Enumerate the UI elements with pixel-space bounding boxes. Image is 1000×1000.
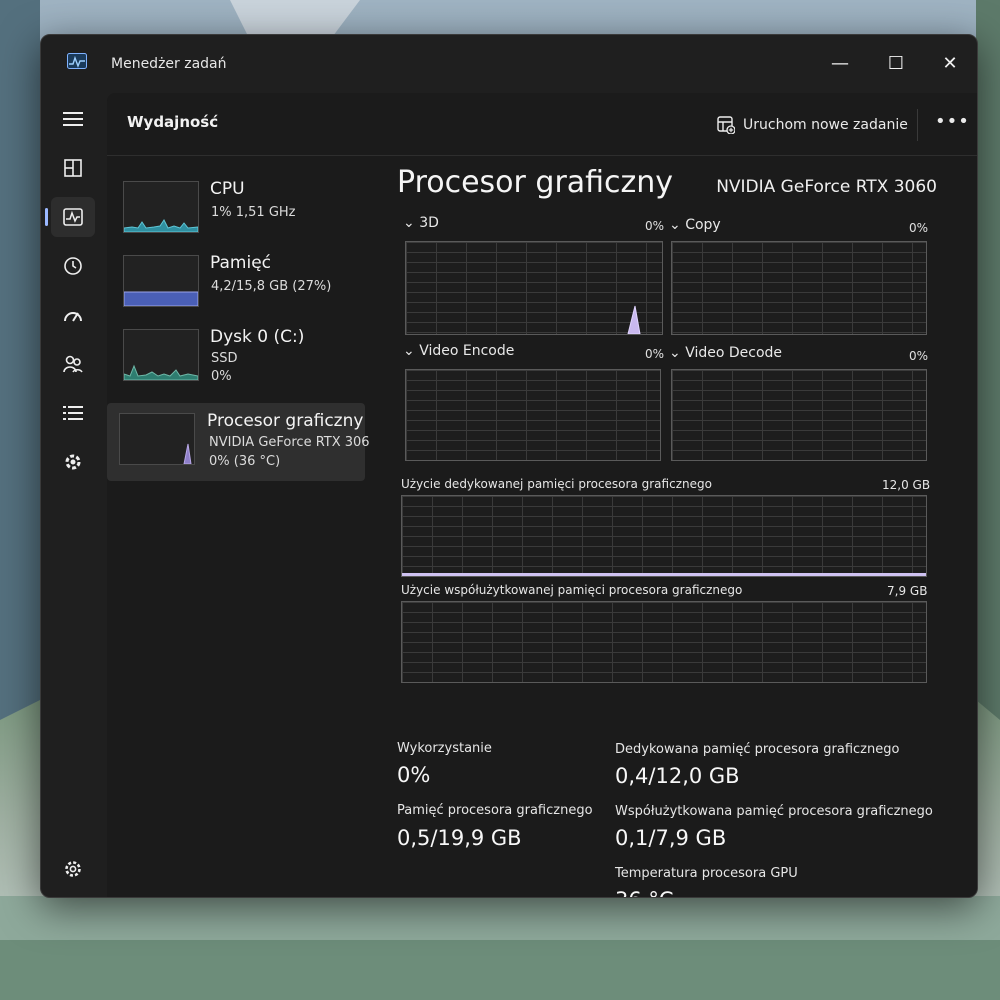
utilization-value: 0% xyxy=(397,763,431,787)
title-bar: Menedżer zadań — ☐ ✕ xyxy=(41,35,977,93)
run-new-task-label: Uruchom nowe zadanie xyxy=(743,117,908,133)
page-title: Wydajność xyxy=(127,113,219,131)
more-options-button[interactable]: ••• xyxy=(935,109,969,139)
gpu-memory-label: Pamięć procesora graficznego xyxy=(397,803,593,818)
nav-performance[interactable] xyxy=(45,197,95,237)
engine-3d-label[interactable]: ⌄ 3D xyxy=(403,215,439,231)
engine-video-encode-graph xyxy=(405,369,661,461)
services-icon xyxy=(65,454,81,470)
device-name: Procesor graficzny xyxy=(207,411,364,431)
shared-memory-graph-max: 7,9 GB xyxy=(887,584,928,598)
gpu-title: Procesor graficzny xyxy=(397,165,674,200)
dedicated-memory-graph-max: 12,0 GB xyxy=(882,478,931,492)
engine-3d-spike xyxy=(627,305,641,334)
dedicated-memory-label: Dedykowana pamięć procesora graficznego xyxy=(615,742,900,757)
page-header: Wydajność Uruchom nowe zadanie ••• xyxy=(107,93,977,156)
processes-icon xyxy=(64,159,82,177)
gpu-temperature-value: 36 °C xyxy=(615,888,674,897)
device-name: Dysk 0 (C:) xyxy=(210,327,305,347)
device-detail: SSD xyxy=(211,351,238,366)
gpu-memory-value: 0,5/19,9 GB xyxy=(397,826,522,850)
gpu-details-panel: Procesor graficzny NVIDIA GeForce RTX 30… xyxy=(397,165,977,897)
run-new-task-button[interactable]: Uruchom nowe zadanie xyxy=(717,111,908,139)
engine-copy-label[interactable]: ⌄ Copy xyxy=(669,217,721,233)
device-usage: 0% (36 °C) xyxy=(209,454,281,469)
hamburger-icon xyxy=(63,112,83,126)
window-title: Menedżer zadań xyxy=(111,56,227,72)
engine-video-encode-label[interactable]: ⌄ Video Encode xyxy=(403,343,514,359)
device-detail: 4,2/15,8 GB (27%) xyxy=(211,279,332,294)
users-icon xyxy=(63,355,83,373)
engine-3d-graph xyxy=(405,241,663,335)
device-item-gpu[interactable]: Procesor graficzny NVIDIA GeForce RTX 30… xyxy=(107,403,370,481)
task-manager-window: Menedżer zadań — ☐ ✕ Wydajność Uruchom n… xyxy=(40,34,978,898)
maximize-button[interactable]: ☐ xyxy=(873,47,919,79)
device-name: CPU xyxy=(210,179,245,199)
nav-processes[interactable] xyxy=(51,148,95,188)
close-button[interactable]: ✕ xyxy=(927,47,973,79)
nav-users[interactable] xyxy=(51,344,95,384)
shared-memory-graph-label: Użycie współużytkowanej pamięci procesor… xyxy=(401,583,743,597)
startup-apps-icon xyxy=(64,312,82,322)
run-new-task-icon xyxy=(717,116,735,134)
disk-thumbnail-graph xyxy=(123,329,199,381)
engine-3d-percent: 0% xyxy=(645,219,665,233)
device-detail: 1% 1,51 GHz xyxy=(211,205,296,220)
engine-video-decode-label[interactable]: ⌄ Video Decode xyxy=(669,345,782,361)
cpu-thumbnail-graph xyxy=(123,181,199,233)
engine-video-decode-percent: 0% xyxy=(909,349,929,363)
nav-app-history[interactable] xyxy=(51,246,95,286)
device-detail: NVIDIA GeForce RTX 306 xyxy=(209,435,370,450)
details-icon xyxy=(63,406,83,420)
minimize-icon: — xyxy=(831,52,849,74)
engine-copy-percent: 0% xyxy=(909,221,929,235)
nav-services[interactable] xyxy=(51,442,95,482)
nav-settings[interactable] xyxy=(51,849,95,889)
navigation-rail xyxy=(41,93,105,897)
gpu-temperature-label: Temperatura procesora GPU xyxy=(615,866,798,881)
device-item-disk[interactable]: Dysk 0 (C:) SSD 0% xyxy=(107,319,365,397)
device-usage: 0% xyxy=(211,369,232,384)
more-options-icon: ••• xyxy=(935,111,970,132)
dedicated-memory-fill xyxy=(402,573,926,576)
dedicated-memory-graph xyxy=(401,495,927,577)
gpu-model: NVIDIA GeForce RTX 3060 xyxy=(716,177,937,197)
app-history-icon xyxy=(64,257,82,275)
shared-memory-graph xyxy=(401,601,927,683)
close-icon: ✕ xyxy=(942,52,958,74)
performance-page: Wydajność Uruchom nowe zadanie ••• CPU 1… xyxy=(107,93,977,897)
minimize-button[interactable]: — xyxy=(817,47,863,79)
nav-startup-apps[interactable] xyxy=(51,295,95,335)
active-indicator xyxy=(45,208,48,226)
header-divider xyxy=(917,109,918,141)
task-manager-app-icon xyxy=(67,53,87,69)
shared-memory-value: 0,1/7,9 GB xyxy=(615,826,727,850)
maximize-icon: ☐ xyxy=(887,52,905,74)
device-name: Pamięć xyxy=(210,253,271,273)
dedicated-memory-graph-label: Użycie dedykowanej pamięci procesora gra… xyxy=(401,477,712,491)
device-item-cpu[interactable]: CPU 1% 1,51 GHz xyxy=(107,171,365,249)
performance-icon xyxy=(63,208,83,226)
menu-toggle-button[interactable] xyxy=(51,99,95,139)
engine-video-encode-percent: 0% xyxy=(645,347,665,361)
engine-video-decode-graph xyxy=(671,369,927,461)
nav-details[interactable] xyxy=(51,393,95,433)
utilization-label: Wykorzystanie xyxy=(397,741,492,756)
engine-copy-graph xyxy=(671,241,927,335)
device-item-memory[interactable]: Pamięć 4,2/15,8 GB (27%) xyxy=(107,245,365,323)
dedicated-memory-value: 0,4/12,0 GB xyxy=(615,764,740,788)
shared-memory-label: Współużytkowana pamięć procesora graficz… xyxy=(615,804,933,819)
settings-icon xyxy=(65,861,81,877)
gpu-thumbnail-graph xyxy=(119,413,195,465)
memory-thumbnail-graph xyxy=(123,255,199,307)
